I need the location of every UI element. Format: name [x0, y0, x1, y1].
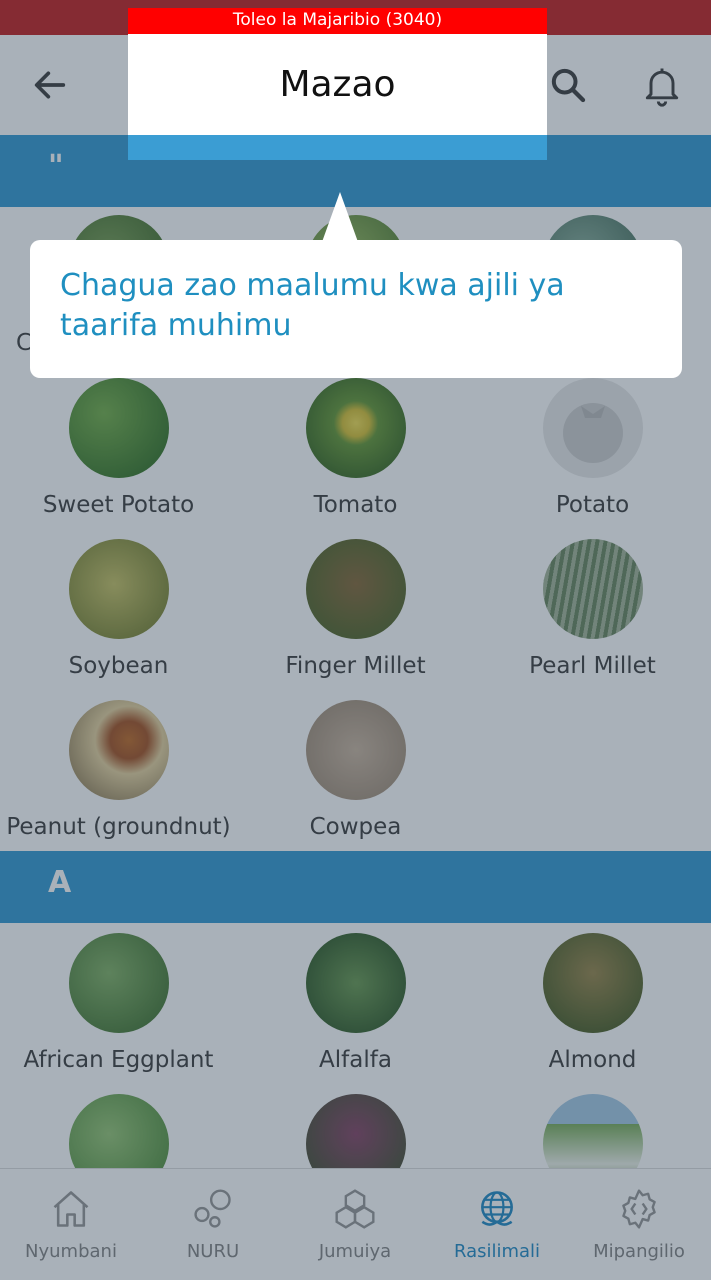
highlight-accent-bar	[128, 135, 547, 160]
tooltip-arrow	[322, 192, 358, 242]
tooltip-text: Chagua zao maalumu kwa ajili ya taarifa …	[60, 268, 565, 343]
onboarding-tooltip[interactable]: Chagua zao maalumu kwa ajili ya taarifa …	[30, 192, 682, 378]
highlighted-title-card: Toleo la Majaribio (3040) Mazao	[128, 8, 547, 160]
build-version-banner: Toleo la Majaribio (3040)	[128, 8, 547, 34]
page-title: Mazao	[279, 64, 396, 105]
